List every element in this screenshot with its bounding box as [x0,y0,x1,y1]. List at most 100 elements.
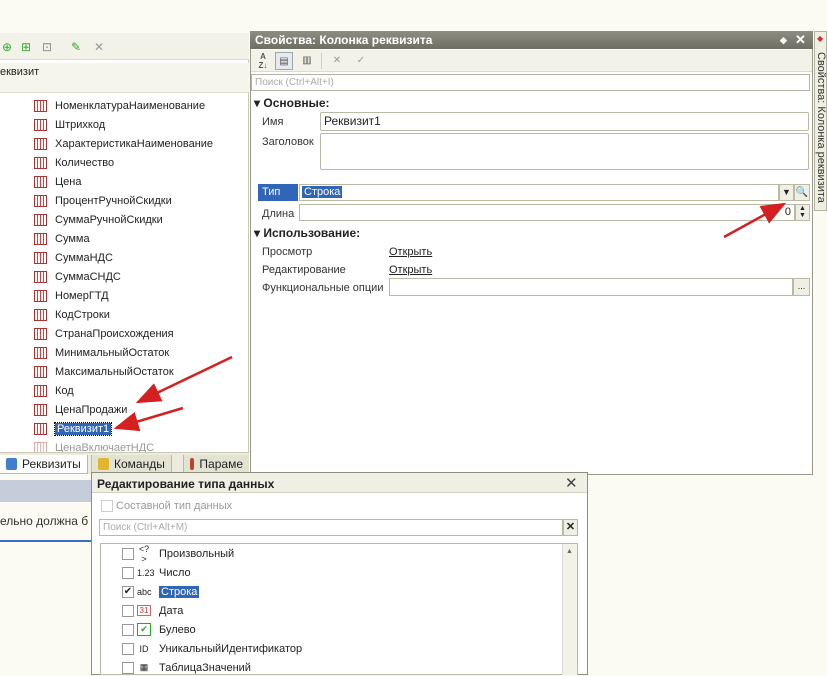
type-icon: 31 [137,605,151,616]
composite-checkbox-box[interactable] [101,500,113,512]
type-field[interactable]: Строка [299,184,779,201]
tree-item[interactable]: Штрихкод [34,116,105,133]
header-label: Заголовок [262,136,314,148]
tree-item[interactable]: ЦенаПродажи [34,401,127,418]
lower-message-text: ельно должна б [0,514,89,528]
type-label: Число [159,566,191,579]
add-column-icon[interactable]: ⊞ [19,41,33,54]
clear-icon[interactable]: ✕ [328,52,346,70]
type-list-item[interactable]: 31 Дата [122,602,183,619]
attribute-icon [34,308,47,321]
tree-item[interactable]: СуммаНДС [34,249,113,266]
sort-alpha-icon[interactable]: A Z↓ [254,52,272,70]
type-checkbox[interactable] [122,661,134,674]
tree-item-label: МаксимальныйОстаток [55,365,174,378]
type-list-item[interactable]: ✔ abc Строка [122,583,200,600]
name-field[interactable]: Реквизит1 [320,112,809,131]
composite-type-checkbox[interactable]: Составной тип данных [101,500,232,512]
type-dropdown-button[interactable]: ▼ [779,184,794,201]
scroll-up-icon[interactable]: ▲ [566,548,573,555]
tree-item-label: Цена [55,175,82,188]
side-tab-icon: ◆ [817,34,824,43]
tree-item[interactable]: Реквизит1 [34,420,113,437]
properties-toolbar: A Z↓ ▤ ▥ ✕ ✓ [251,50,812,72]
close-icon[interactable]: ✕ [795,32,806,48]
edit-icon[interactable]: ✎ [69,41,83,54]
tree-item[interactable]: КодСтроки [34,306,110,323]
type-list-item[interactable]: ▦ ТаблицаЗначений [122,659,251,676]
attribute-icon [34,289,47,302]
tree-item[interactable]: ПроцентРучнойСкидки [34,192,172,209]
edit-label: Редактирование [262,264,346,276]
tree-item[interactable]: Сумма [34,230,90,247]
tree-item[interactable]: МинимальныйОстаток [34,344,169,361]
tree-item[interactable]: Код [34,382,74,399]
apply-icon[interactable]: ✓ [352,52,370,70]
tab-attributes[interactable]: Реквизиты [0,455,88,474]
section-usage-header[interactable]: ▾ Использование: [254,226,360,240]
commands-tab-icon [98,458,109,470]
add-group-icon[interactable]: ⊡ [40,41,54,54]
length-label: Длина [262,208,295,220]
attribute-icon [34,118,47,131]
type-list-item[interactable]: 1.23 Число [122,564,191,581]
type-checkbox[interactable] [122,642,134,655]
dialog-close-icon[interactable]: ✕ [565,474,578,492]
type-checkbox[interactable] [122,623,134,636]
tree-item-label: ЦенаПродажи [55,403,128,416]
categories-icon[interactable]: ▤ [275,52,293,70]
section-main-header[interactable]: ▾ Основные: [254,96,330,110]
lower-header-bar [0,480,92,502]
type-list-item[interactable]: ✔ Булево [122,621,196,638]
length-field[interactable]: 0 [299,204,795,221]
tree-item[interactable]: НоменклатураНаименование [34,97,205,114]
attribute-icon [34,175,47,188]
tree-item-label: ХарактеристикаНаименование [55,137,214,150]
tree-item[interactable]: СуммаСНДС [34,268,121,285]
type-label: УникальныйИдентификатор [159,642,303,655]
type-checkbox[interactable]: ✔ [122,585,134,598]
tree-item[interactable]: Цена [34,173,81,190]
tree-item[interactable]: СуммаРучнойСкидки [34,211,163,228]
type-list-item[interactable]: <?> Произвольный [122,543,234,564]
tree-item[interactable]: НомерГТД [34,287,109,304]
attribute-icon [34,327,47,340]
type-checkbox[interactable] [122,604,134,617]
dialog-search-clear-icon[interactable]: ✕ [563,519,578,536]
filter-icon[interactable]: ▥ [298,52,316,70]
pin-icon[interactable]: ◆ [780,35,787,46]
type-checkbox[interactable] [122,547,134,560]
tree-item[interactable]: МаксимальныйОстаток [34,363,174,380]
tree-item-label: ПроцентРучнойСкидки [55,194,172,207]
view-open-link[interactable]: Открыть [389,246,432,258]
type-icon: abc [137,586,152,597]
functional-options-button[interactable]: ... [793,278,810,296]
tree-item-label: СуммаНДС [55,251,113,264]
attribute-icon [34,251,47,264]
type-icon: ▦ [139,662,149,672]
tree-item[interactable]: ХарактеристикаНаименование [34,135,213,152]
tree-item-label: НомерГТД [55,289,109,302]
side-tab-label: Свойства: Колонка реквизита [815,52,827,203]
attribute-icon [34,213,47,226]
add-icon[interactable]: ⊕ [0,41,14,54]
type-list-scrollbar[interactable]: ▲ [562,544,577,675]
type-icon: <?> [138,543,150,564]
tree-item[interactable]: Количество [34,154,114,171]
tree-item[interactable]: СтранаПроисхождения [34,325,174,342]
properties-search-input[interactable]: Поиск (Ctrl+Alt+I) [251,74,810,91]
attribute-icon [34,384,47,397]
type-checkbox[interactable] [122,566,134,579]
type-list-item[interactable]: ID УникальныйИдентификатор [122,640,302,657]
functional-options-field[interactable] [389,278,793,296]
attributes-tab-icon [6,458,17,470]
delete-icon[interactable]: ✕ [92,41,106,54]
attributes-caption: еквизит [0,63,249,93]
type-search-icon[interactable]: 🔍 [794,184,810,201]
panel-tabs: Реквизиты Команды Параме [0,452,249,474]
header-field[interactable] [320,133,809,170]
edit-open-link[interactable]: Открыть [389,264,432,276]
tree-item-label: Штрихкод [55,118,106,131]
dialog-search-input[interactable]: Поиск (Ctrl+Alt+M) [99,519,563,536]
length-spinner[interactable]: ▲ ▼ [795,204,810,221]
